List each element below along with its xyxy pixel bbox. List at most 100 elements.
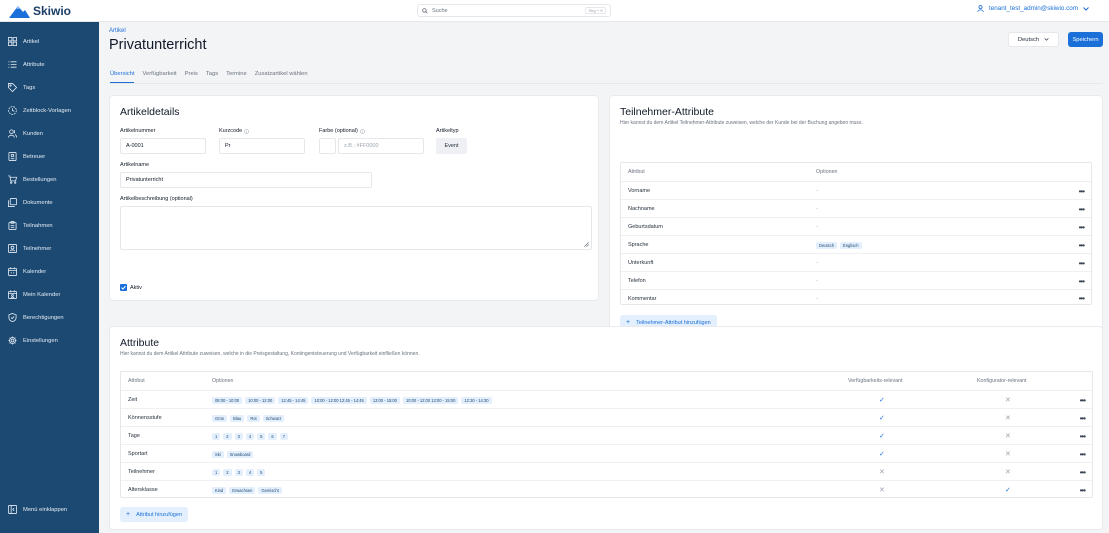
more-options-icon[interactable]: ••• xyxy=(1080,445,1086,463)
collapse-menu-label: Menü einklappen xyxy=(23,506,68,513)
sidebar-item-bestellungen[interactable]: Bestellungen xyxy=(8,175,57,184)
search-input[interactable]: Suche Strg + K xyxy=(417,4,611,17)
table-row: Unterkunft - ••• xyxy=(621,253,1091,271)
article-name-input[interactable]: Privatunterricht xyxy=(120,172,372,188)
info-icon[interactable] xyxy=(359,128,365,134)
table-row: Könnensstufe Grün Blau Rot Schwarz ✓ ✕ •… xyxy=(121,408,1092,426)
more-options-icon[interactable]: ••• xyxy=(1079,182,1085,200)
more-options-icon[interactable]: ••• xyxy=(1080,427,1086,445)
option-chip: Grün xyxy=(212,414,228,422)
color-swatch[interactable] xyxy=(319,138,336,154)
more-options-icon[interactable]: ••• xyxy=(1079,200,1085,218)
sidebar-item-teilnehmer[interactable]: Teilnehmer xyxy=(8,244,51,253)
attributes-card: Attribute Hier kannst du dem Artikel Att… xyxy=(109,326,1103,530)
option-chip: Snowboard xyxy=(226,450,254,458)
option-chips: Grün Blau Rot Schwarz xyxy=(212,409,285,427)
no-options: - xyxy=(816,224,818,230)
save-button[interactable]: Speichern xyxy=(1068,32,1103,47)
column-header-configurator: Konfigurator-relevant xyxy=(977,378,1027,384)
sidebar-item-label: Teilnahmen xyxy=(23,222,53,229)
short-code-label: Kurzcode xyxy=(219,128,250,134)
sidebar-item-dokumente[interactable]: Dokumente xyxy=(8,198,53,207)
no-options: - xyxy=(816,260,818,266)
tab-verfuegbarkeit[interactable]: Verfügbarkeit xyxy=(142,71,176,83)
column-header-options: Optionen xyxy=(816,169,838,175)
attribute-name: Altersklasse xyxy=(128,487,158,493)
app-logo[interactable]: Skiwio xyxy=(9,4,71,18)
sidebar-item-kalender[interactable]: Kalender xyxy=(8,267,46,276)
no-options: - xyxy=(816,278,818,284)
collapse-menu-button[interactable]: Menü einklappen xyxy=(8,505,67,514)
option-chip: Ski xyxy=(212,450,224,458)
description-textarea[interactable] xyxy=(120,206,592,250)
tab-bar: Übersicht Verfügbarkeit Preis Tags Termi… xyxy=(110,71,308,83)
id-card-icon xyxy=(8,152,17,161)
option-chip: 13:00 - 15:00 xyxy=(369,396,400,404)
configurator-cross-icon: ✕ xyxy=(1005,397,1011,404)
option-chip: Kind xyxy=(212,486,227,494)
more-options-icon[interactable]: ••• xyxy=(1079,290,1085,307)
short-code-value: Pr xyxy=(225,143,231,149)
user-menu[interactable]: tenant_test_admin@skiwio.com xyxy=(977,5,1089,12)
sidebar-item-zeitblock-vorlagen[interactable]: Zeitblock-Vorlagen xyxy=(8,106,71,115)
configurator-check-icon: ✓ xyxy=(1005,487,1011,494)
sidebar-item-kunden[interactable]: Kunden xyxy=(8,129,43,138)
more-options-icon[interactable]: ••• xyxy=(1080,463,1086,481)
more-options-icon[interactable]: ••• xyxy=(1079,254,1085,272)
language-select[interactable]: Deutsch xyxy=(1008,32,1059,47)
option-chip: 10:00 - 12:00 xyxy=(245,396,276,404)
option-chip: Gemischt xyxy=(258,486,282,494)
breadcrumb[interactable]: Artikel xyxy=(109,28,126,34)
article-number-input[interactable]: A-0001 xyxy=(120,138,206,154)
sidebar-item-berechtigungen[interactable]: Berechtigungen xyxy=(8,313,64,322)
availability-check-icon: ✓ xyxy=(879,415,885,422)
tab-uebersicht[interactable]: Übersicht xyxy=(110,71,135,83)
active-checkbox[interactable] xyxy=(120,284,127,291)
tab-termine[interactable]: Termine xyxy=(226,71,247,83)
color-input[interactable]: z.B.: #FF0000 xyxy=(338,138,424,154)
sidebar-item-artikel[interactable]: Artikel xyxy=(8,37,39,46)
tab-zusatzartikel[interactable]: Zusatzartikel wählen xyxy=(255,71,308,83)
option-chip: 10:00 - 12:00 12:45 - 14:45 xyxy=(311,396,367,404)
more-options-icon[interactable]: ••• xyxy=(1080,391,1086,409)
sidebar-item-label: Dokumente xyxy=(23,199,53,206)
attribute-name: Kommentar xyxy=(628,295,657,302)
sidebar-item-teilnahmen[interactable]: Teilnahmen xyxy=(8,221,53,230)
more-options-icon[interactable]: ••• xyxy=(1080,409,1086,427)
more-options-icon[interactable]: ••• xyxy=(1080,481,1086,499)
clipboard-icon xyxy=(8,221,17,230)
option-chip: 12:45 - 14:45 xyxy=(278,396,309,404)
article-name-label: Artikelname xyxy=(120,162,150,168)
option-chip: 2 xyxy=(223,468,232,476)
column-header-attribute: Attribut xyxy=(628,169,645,175)
sidebar-item-attribute[interactable]: Attribute xyxy=(8,60,45,69)
table-row: Teilnehmer 1 2 3 4 5 ✕ ✕ ••• xyxy=(121,462,1092,480)
sidebar-item-label: Attribute xyxy=(23,61,45,68)
attribute-name: Könnensstufe xyxy=(128,415,162,421)
users-icon xyxy=(8,129,17,138)
tab-preis[interactable]: Preis xyxy=(185,71,198,83)
sidebar-item-label: Artikel xyxy=(23,38,40,45)
table-row: Kommentar - ••• xyxy=(621,289,1091,306)
sidebar-item-betreuer[interactable]: Betreuer xyxy=(8,152,45,161)
sidebar-item-einstellungen[interactable]: Einstellungen xyxy=(8,336,58,345)
add-attribute-button[interactable]: + Attribut hinzufügen xyxy=(120,507,188,522)
sidebar-item-label: Teilnehmer xyxy=(23,245,52,252)
info-icon[interactable] xyxy=(244,128,250,134)
sidebar-item-tags[interactable]: Tags xyxy=(8,83,35,92)
resize-handle-icon[interactable] xyxy=(584,242,589,247)
more-options-icon[interactable]: ••• xyxy=(1079,236,1085,254)
add-attribute-label: Attribut hinzufügen xyxy=(136,511,182,518)
more-options-icon[interactable]: ••• xyxy=(1079,218,1085,236)
attribute-name: Sportart xyxy=(128,451,148,457)
sidebar-item-mein-kalender[interactable]: Mein Kalender xyxy=(8,290,60,299)
availability-check-icon: ✓ xyxy=(879,433,885,440)
sidebar-item-label: Mein Kalender xyxy=(23,291,61,298)
short-code-input[interactable]: Pr xyxy=(219,138,305,154)
configurator-cross-icon: ✕ xyxy=(1005,451,1011,458)
column-header-options: Optionen xyxy=(212,378,234,384)
more-options-icon[interactable]: ••• xyxy=(1079,272,1085,290)
table-row: Geburtsdatum - ••• xyxy=(621,217,1091,235)
tab-tags[interactable]: Tags xyxy=(206,71,218,83)
option-chips: Deutsch Englisch xyxy=(816,236,862,254)
